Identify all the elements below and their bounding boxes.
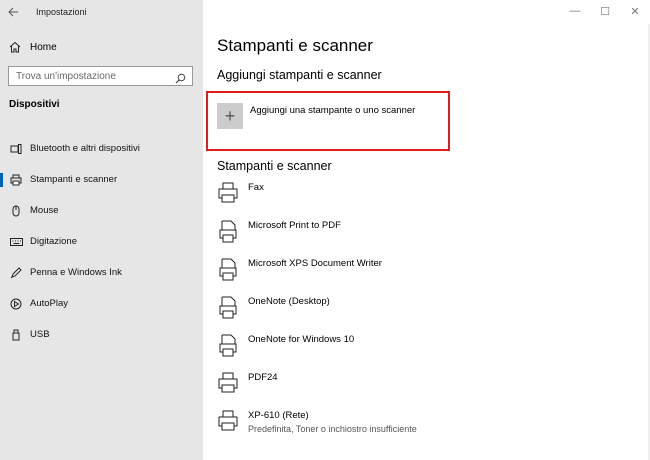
- plus-icon: +: [217, 103, 243, 129]
- document-printer-icon: [217, 296, 239, 322]
- printer-name: XP-610 (Rete): [248, 410, 309, 421]
- page-title: Stampanti e scanner: [217, 36, 373, 55]
- search-box[interactable]: [8, 66, 193, 86]
- sidebar-item-label: Digitazione: [30, 236, 77, 247]
- add-section-heading: Aggiungi stampanti e scanner: [217, 68, 382, 82]
- document-printer-icon: [217, 258, 239, 284]
- fax-printer-icon: [217, 182, 239, 208]
- printer-icon: [217, 410, 239, 436]
- sidebar-item-label: Mouse: [30, 205, 59, 216]
- back-button[interactable]: [0, 0, 26, 24]
- bluetooth-icon: [9, 143, 23, 155]
- title-bar: Impostazioni: [0, 0, 203, 24]
- printer-status: Predefinita, Toner o inchiostro insuffic…: [248, 424, 417, 434]
- mouse-icon: [9, 205, 23, 217]
- sidebar-item-label: USB: [30, 329, 50, 340]
- sidebar-item-label: Bluetooth e altri dispositivi: [30, 143, 140, 154]
- printer-name: OneNote (Desktop): [248, 296, 330, 307]
- search-icon[interactable]: [175, 71, 186, 89]
- sidebar-item-usb[interactable]: USB: [0, 319, 203, 350]
- printer-name: OneNote for Windows 10: [248, 334, 355, 345]
- printer-item[interactable]: Fax: [217, 178, 637, 216]
- sidebar-nav: Bluetooth e altri dispositivi Stampanti …: [0, 133, 203, 350]
- usb-icon: [9, 329, 23, 341]
- printer-item[interactable]: OneNote (Desktop): [217, 292, 637, 330]
- search-input[interactable]: [16, 70, 171, 82]
- printer-name: PDF24: [248, 372, 278, 383]
- autoplay-icon: [9, 298, 23, 310]
- add-printer-label: Aggiungi una stampante o uno scanner: [250, 105, 416, 116]
- printer-item[interactable]: Microsoft Print to PDF: [217, 216, 637, 254]
- document-printer-icon: [217, 334, 239, 360]
- maximize-button[interactable]: ☐: [590, 0, 620, 22]
- document-printer-icon: [217, 220, 239, 246]
- add-printer-button[interactable]: + Aggiungi una stampante o uno scanner: [217, 103, 415, 129]
- minimize-button[interactable]: —: [560, 0, 590, 22]
- printer-item[interactable]: Microsoft XPS Document Writer: [217, 254, 637, 292]
- printer-item[interactable]: OneNote for Windows 10: [217, 330, 637, 368]
- printer-name: Fax: [248, 182, 264, 193]
- sidebar-item-penna[interactable]: Penna e Windows Ink: [0, 257, 203, 288]
- keyboard-icon: [9, 237, 23, 247]
- sidebar-item-label: Stampanti e scanner: [30, 174, 118, 185]
- printer-name: Microsoft XPS Document Writer: [248, 258, 382, 269]
- printer-list: Fax Microsoft Print to PDF Microsoft XPS…: [217, 178, 637, 444]
- printer-icon: [9, 174, 23, 186]
- sidebar: Impostazioni Home Dispositivi Bluetooth …: [0, 0, 203, 460]
- home-icon: [9, 41, 23, 53]
- sidebar-item-home[interactable]: Home: [0, 37, 203, 57]
- back-arrow-icon: [7, 7, 18, 17]
- sidebar-item-autoplay[interactable]: AutoPlay: [0, 288, 203, 319]
- window-controls: — ☐ ✕: [560, 0, 650, 22]
- printer-item[interactable]: XP-610 (Rete) Predefinita, Toner o inchi…: [217, 406, 637, 444]
- main-content: Stampanti e scanner Aggiungi stampanti e…: [203, 0, 650, 460]
- sidebar-item-label: Penna e Windows Ink: [30, 267, 122, 278]
- section-label-dispositivi: Dispositivi: [9, 99, 60, 110]
- sidebar-item-mouse[interactable]: Mouse: [0, 195, 203, 226]
- window-title: Impostazioni: [36, 7, 87, 17]
- printer-name: Microsoft Print to PDF: [248, 220, 341, 231]
- printer-icon: [217, 372, 239, 398]
- printer-item[interactable]: PDF24: [217, 368, 637, 406]
- close-button[interactable]: ✕: [620, 0, 650, 22]
- pen-icon: [9, 266, 23, 279]
- printers-list-heading: Stampanti e scanner: [217, 159, 332, 173]
- sidebar-item-bluetooth[interactable]: Bluetooth e altri dispositivi: [0, 133, 203, 164]
- sidebar-item-digitazione[interactable]: Digitazione: [0, 226, 203, 257]
- sidebar-item-printers[interactable]: Stampanti e scanner: [0, 164, 203, 195]
- home-label: Home: [30, 41, 57, 53]
- sidebar-item-label: AutoPlay: [30, 298, 69, 309]
